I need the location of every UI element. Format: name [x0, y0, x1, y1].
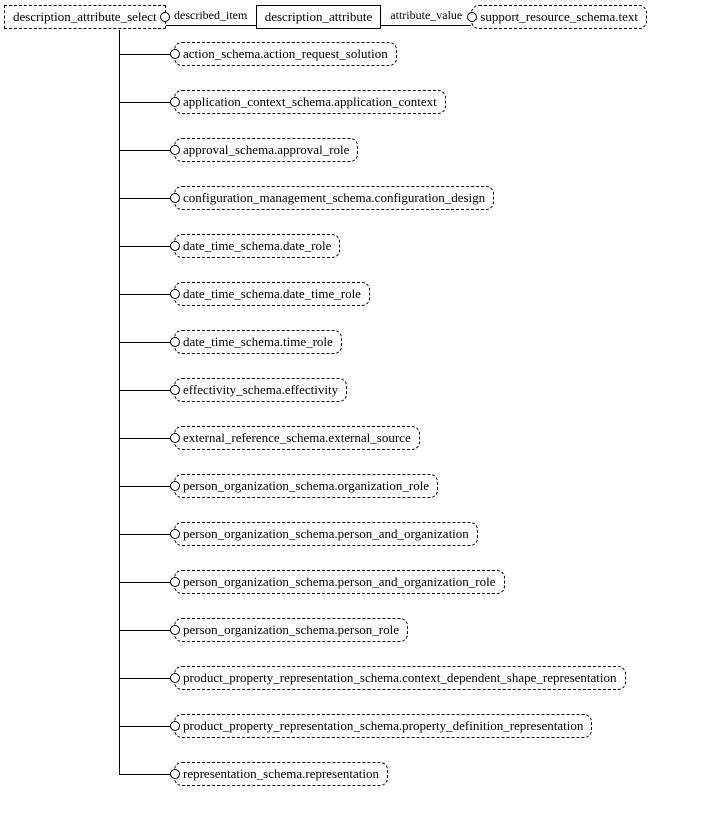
child-entity-label: product_property_representation_schema.c…: [183, 670, 617, 685]
port-icon: [170, 337, 180, 347]
port-icon: [170, 625, 180, 635]
child-entity-box: representation_schema.representation: [174, 762, 388, 786]
child-entity-label: person_organization_schema.organization_…: [183, 478, 429, 493]
child-row: product_property_representation_schema.p…: [119, 702, 706, 750]
port-icon: [170, 97, 180, 107]
child-entity-box: configuration_management_schema.configur…: [174, 186, 494, 210]
child-entity-label: configuration_management_schema.configur…: [183, 190, 485, 205]
child-entity-box: person_organization_schema.person_and_or…: [174, 570, 505, 594]
child-row: configuration_management_schema.configur…: [119, 174, 706, 222]
child-row: product_property_representation_schema.c…: [119, 654, 706, 702]
select-children-tree: action_schema.action_request_solutionapp…: [119, 30, 706, 798]
port-icon: [170, 721, 180, 731]
child-row: application_context_schema.application_c…: [119, 78, 706, 126]
child-entity-label: effectivity_schema.effectivity: [183, 382, 338, 397]
edge-described-item: described_item: [166, 8, 256, 26]
child-row: person_organization_schema.person_and_or…: [119, 510, 706, 558]
child-entity-label: approval_schema.approval_role: [183, 142, 349, 157]
child-row: date_time_schema.time_role: [119, 318, 706, 366]
port-icon: [170, 529, 180, 539]
child-row: person_organization_schema.person_role: [119, 606, 706, 654]
port-icon: [170, 577, 180, 587]
edge-attribute-value: attribute_value: [381, 8, 471, 26]
child-row: external_reference_schema.external_sourc…: [119, 414, 706, 462]
edge-label: described_item: [174, 8, 247, 25]
port-icon: [170, 769, 180, 779]
child-entity-label: person_organization_schema.person_and_or…: [183, 574, 496, 589]
child-entity-box: external_reference_schema.external_sourc…: [174, 426, 420, 450]
port-icon: [170, 673, 180, 683]
child-entity-label: person_organization_schema.person_role: [183, 622, 399, 637]
child-entity-box: person_organization_schema.person_role: [174, 618, 408, 642]
child-row: person_organization_schema.organization_…: [119, 462, 706, 510]
child-entity-box: date_time_schema.date_time_role: [174, 282, 370, 306]
right-entity-label: support_resource_schema.text: [480, 9, 638, 24]
top-relationship-row: description_attribute_select described_i…: [4, 4, 706, 30]
child-row: person_organization_schema.person_and_or…: [119, 558, 706, 606]
select-entity-box: description_attribute_select: [4, 5, 166, 29]
child-entity-box: date_time_schema.time_role: [174, 330, 342, 354]
port-icon: [170, 385, 180, 395]
child-entity-box: date_time_schema.date_role: [174, 234, 340, 258]
child-entity-box: product_property_representation_schema.c…: [174, 666, 626, 690]
child-row: representation_schema.representation: [119, 750, 706, 798]
child-row: date_time_schema.date_role: [119, 222, 706, 270]
child-entity-label: date_time_schema.time_role: [183, 334, 333, 349]
port-icon: [467, 12, 477, 22]
child-entity-label: action_schema.action_request_solution: [183, 46, 388, 61]
child-entity-label: application_context_schema.application_c…: [183, 94, 437, 109]
child-entity-box: effectivity_schema.effectivity: [174, 378, 347, 402]
port-icon: [170, 481, 180, 491]
child-entity-label: product_property_representation_schema.p…: [183, 718, 583, 733]
child-entity-box: product_property_representation_schema.p…: [174, 714, 592, 738]
port-icon: [170, 145, 180, 155]
port-icon: [170, 193, 180, 203]
child-row: approval_schema.approval_role: [119, 126, 706, 174]
child-row: action_schema.action_request_solution: [119, 30, 706, 78]
child-entity-box: action_schema.action_request_solution: [174, 42, 397, 66]
port-icon: [170, 241, 180, 251]
center-entity-box: description_attribute: [256, 5, 382, 29]
child-entity-box: application_context_schema.application_c…: [174, 90, 446, 114]
child-entity-box: person_organization_schema.person_and_or…: [174, 522, 478, 546]
child-row: date_time_schema.date_time_role: [119, 270, 706, 318]
port-icon: [170, 289, 180, 299]
child-entity-label: external_reference_schema.external_sourc…: [183, 430, 411, 445]
port-icon: [160, 12, 170, 22]
child-entity-label: person_organization_schema.person_and_or…: [183, 526, 469, 541]
right-entity-box: support_resource_schema.text: [471, 5, 647, 29]
port-icon: [170, 49, 180, 59]
child-row: effectivity_schema.effectivity: [119, 366, 706, 414]
edge-label: attribute_value: [390, 8, 462, 25]
select-entity-label: description_attribute_select: [13, 9, 157, 24]
center-entity-label: description_attribute: [265, 9, 373, 24]
child-entity-label: date_time_schema.date_time_role: [183, 286, 361, 301]
child-entity-box: person_organization_schema.organization_…: [174, 474, 438, 498]
child-entity-label: representation_schema.representation: [183, 766, 379, 781]
child-entity-label: date_time_schema.date_role: [183, 238, 331, 253]
port-icon: [170, 433, 180, 443]
child-entity-box: approval_schema.approval_role: [174, 138, 358, 162]
